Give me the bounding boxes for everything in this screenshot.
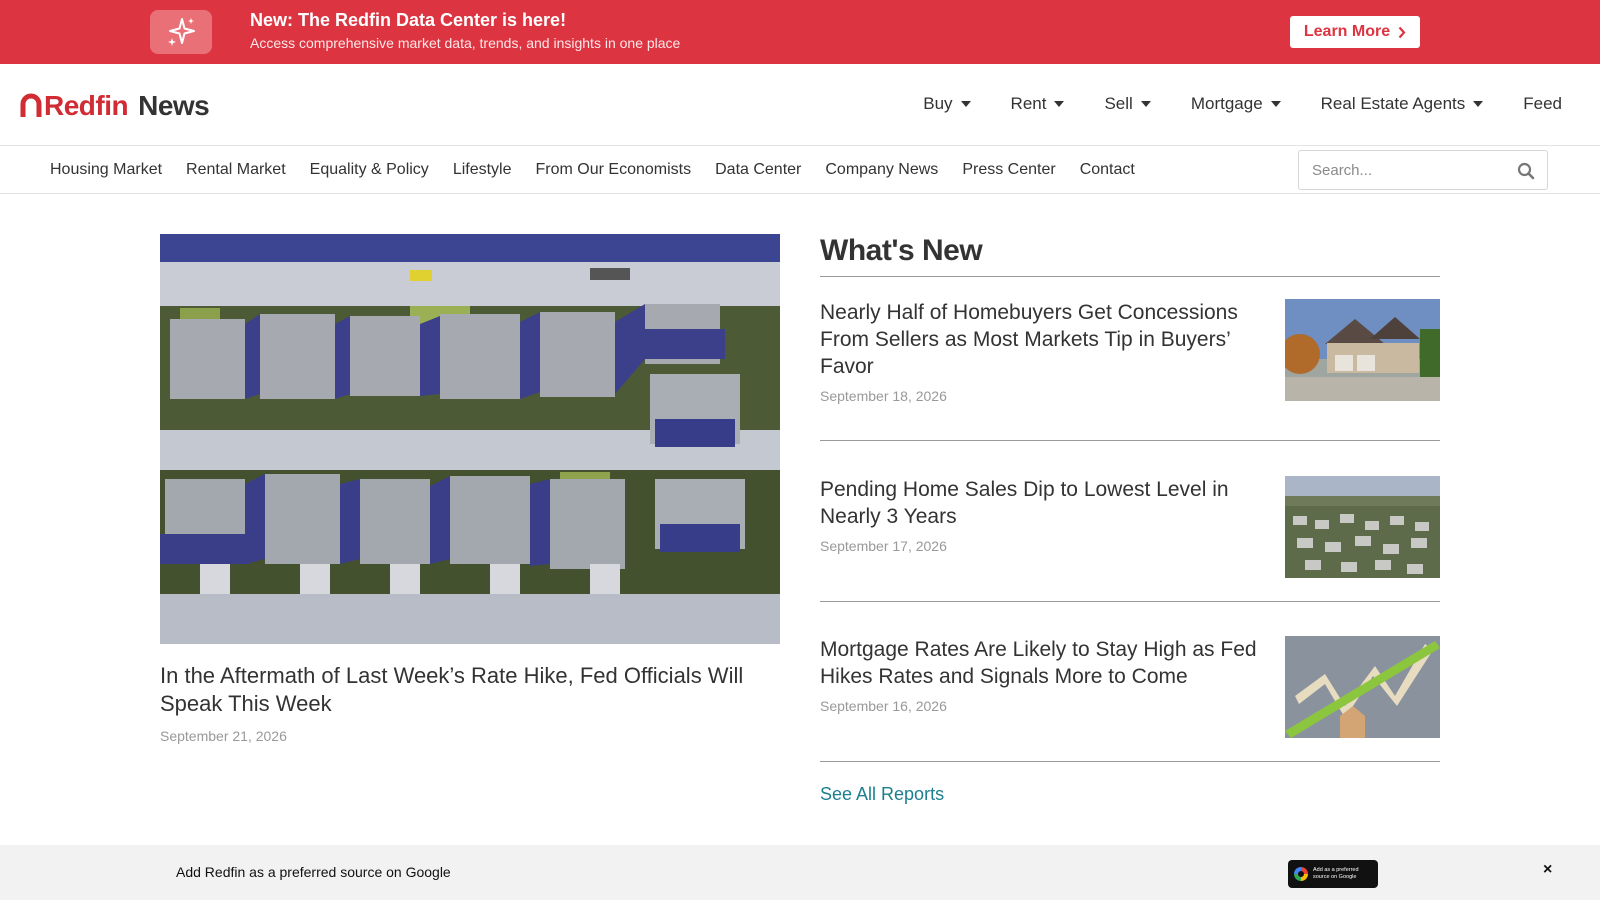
featured-story-title[interactable]: In the Aftermath of Last Week’s Rate Hik… xyxy=(160,662,780,718)
category-from-our-economists[interactable]: From Our Economists xyxy=(536,161,692,179)
whats-new-heading: What's New xyxy=(820,234,983,267)
category-rental-market[interactable]: Rental Market xyxy=(186,161,286,179)
google-icon xyxy=(1294,867,1308,881)
nav-feed[interactable]: Feed xyxy=(1523,94,1562,114)
logo-suffix: News xyxy=(138,90,210,121)
nav-label: Buy xyxy=(923,94,953,113)
nav-rent[interactable]: Rent xyxy=(1011,94,1065,114)
caret-down-icon xyxy=(960,101,971,107)
article-title[interactable]: Mortgage Rates Are Likely to Stay High a… xyxy=(820,636,1260,690)
logo-brand: Redfin xyxy=(44,90,129,121)
caret-down-icon xyxy=(1473,101,1484,107)
divider xyxy=(820,601,1440,602)
featured-story-date: September 21, 2026 xyxy=(160,728,287,744)
learn-more-label: Learn More xyxy=(1303,23,1391,40)
nav-sell[interactable]: Sell xyxy=(1104,94,1151,114)
category-lifestyle[interactable]: Lifestyle xyxy=(453,161,512,179)
banner-subtitle: Access comprehensive market data, trends… xyxy=(250,35,681,51)
article-date: September 16, 2026 xyxy=(820,698,947,714)
search-box xyxy=(1298,150,1548,190)
divider xyxy=(820,440,1440,441)
search-icon[interactable] xyxy=(1517,162,1535,180)
article-thumbnail-ruler[interactable] xyxy=(1285,636,1440,738)
article-title[interactable]: Nearly Half of Homebuyers Get Concession… xyxy=(820,299,1260,380)
category-housing-market[interactable]: Housing Market xyxy=(50,161,162,179)
caret-down-icon xyxy=(1270,101,1281,107)
nav-mortgage[interactable]: Mortgage xyxy=(1191,94,1281,114)
site-header: Redfin News Buy Rent Sell Mortgage Real … xyxy=(0,64,1600,146)
category-contact[interactable]: Contact xyxy=(1080,161,1135,179)
redfin-logo-icon xyxy=(20,93,42,117)
article-title[interactable]: Pending Home Sales Dip to Lowest Level i… xyxy=(820,476,1260,530)
nav-buy[interactable]: Buy xyxy=(923,94,971,114)
article-date: September 17, 2026 xyxy=(820,538,947,554)
preferred-source-text: Add Redfin as a preferred source on Goog… xyxy=(176,864,451,880)
caret-down-icon xyxy=(1054,101,1065,107)
nav-label: Sell xyxy=(1104,94,1133,113)
search-input[interactable] xyxy=(1299,151,1499,189)
google-preferred-source-bar: Add Redfin as a preferred source on Goog… xyxy=(0,845,1600,900)
nav-real-estate-agents[interactable]: Real Estate Agents xyxy=(1321,94,1484,114)
badge-label: Add as a preferred source on Google xyxy=(1313,867,1359,880)
article-thumbnail-house[interactable] xyxy=(1285,299,1440,401)
chevron-right-icon xyxy=(1398,26,1406,38)
see-all-reports-link[interactable]: See All Reports xyxy=(820,784,944,805)
banner-title: New: The Redfin Data Center is here! xyxy=(250,10,567,30)
nav-label: Rent xyxy=(1010,94,1047,113)
category-data-center[interactable]: Data Center xyxy=(715,161,801,179)
divider xyxy=(820,276,1440,277)
article-date: September 18, 2026 xyxy=(820,388,947,404)
add-preferred-source-button[interactable]: Add as a preferred source on Google xyxy=(1288,860,1378,888)
redfin-news-logo[interactable]: Redfin News xyxy=(20,90,210,122)
category-company-news[interactable]: Company News xyxy=(825,161,938,179)
article-thumbnail-neighborhood[interactable] xyxy=(1285,476,1440,578)
caret-down-icon xyxy=(1140,101,1151,107)
nav-label: Real Estate Agents xyxy=(1320,94,1466,113)
featured-story-image[interactable] xyxy=(160,234,780,644)
close-icon[interactable]: × xyxy=(1543,861,1552,879)
nav-label: Feed xyxy=(1523,94,1562,113)
main-nav: Buy Rent Sell Mortgage Real Estate Agent… xyxy=(923,94,1562,114)
category-press-center[interactable]: Press Center xyxy=(962,161,1055,179)
sparkles-icon xyxy=(150,10,212,54)
nav-label: Mortgage xyxy=(1190,94,1263,113)
learn-more-button[interactable]: Learn More xyxy=(1290,16,1420,48)
announcement-banner: New: The Redfin Data Center is here! Acc… xyxy=(0,0,1600,64)
category-equality-policy[interactable]: Equality & Policy xyxy=(310,161,429,179)
divider xyxy=(820,761,1440,762)
category-nav: Housing Market Rental Market Equality & … xyxy=(0,146,1600,194)
